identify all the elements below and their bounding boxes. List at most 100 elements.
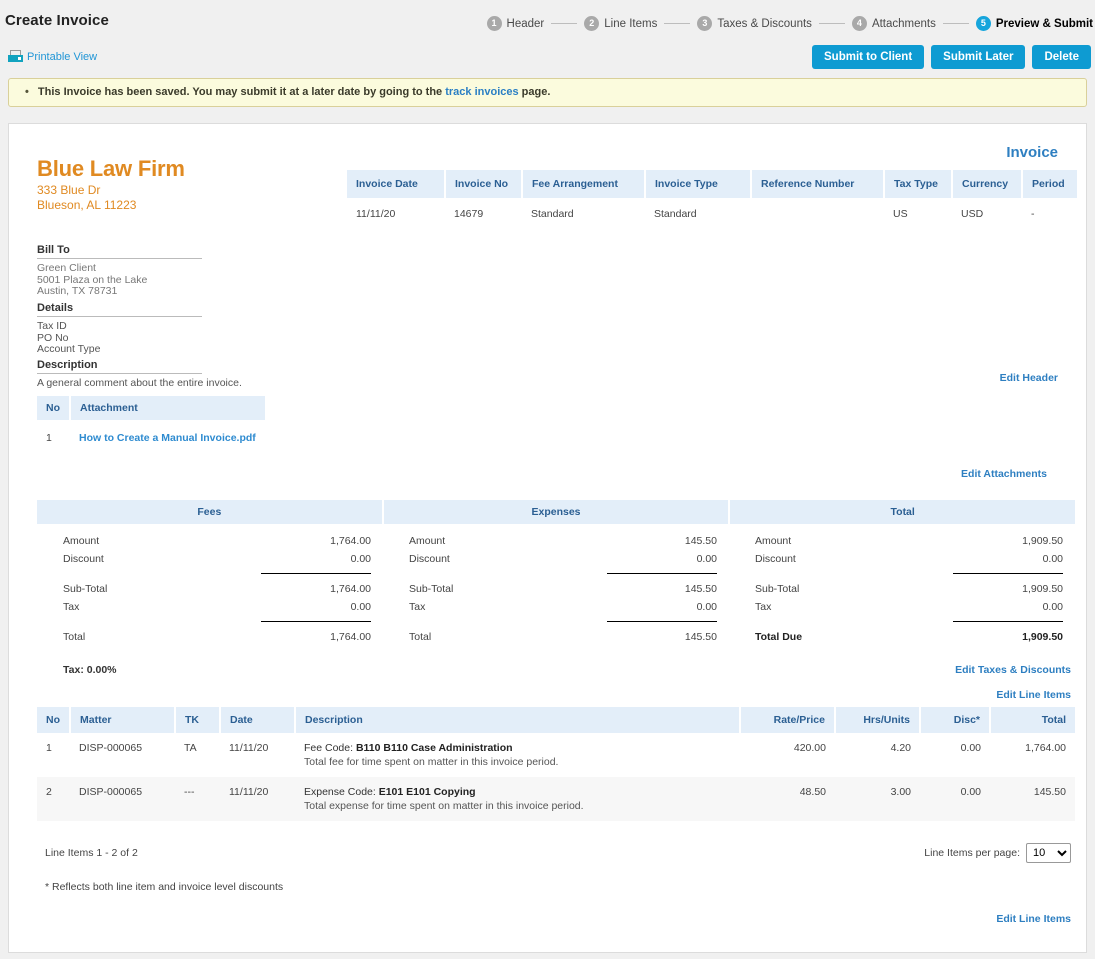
submit-to-client-button[interactable]: Submit to Client [812,45,925,69]
table-header-row: No Matter TK Date Description Rate/Price… [37,707,1075,733]
description-text: A general comment about the entire invoi… [37,377,242,389]
step-attachments[interactable]: 4 Attachments [851,16,936,31]
val-tax-type: US [893,208,908,220]
total-discount-value: 0.00 [1042,553,1063,565]
track-invoices-link[interactable]: track invoices [445,86,518,98]
fees-subtotal-value: 1,764.00 [330,583,371,595]
tax-percentage-note: Tax: 0.00% [63,664,117,676]
fees-total-label: Total [63,631,86,643]
attachments-table: No Attachment 1 How to Create a Manual I… [37,396,265,450]
expenses-total-label: Total [409,631,432,643]
row-2-date: 11/11/20 [220,777,295,821]
edit-attachments-link[interactable]: Edit Attachments [961,468,1047,480]
step-separator [942,23,969,24]
row-2-no: 2 [37,777,70,821]
col-description: Description [295,707,741,733]
step-3-number: 3 [697,16,713,31]
expenses-amount-value: 145.50 [684,535,717,547]
fees-amount-value: 1,764.00 [330,535,371,547]
printable-view-link[interactable]: Printable View [8,50,97,63]
row-1-description: Fee Code: B110 B110 Case Administration … [295,733,740,777]
details-tax-id: Tax ID [37,320,67,332]
row-1-desc-code: B110 B110 Case Administration [355,742,513,754]
edit-line-items-link-bottom[interactable]: Edit Line Items [996,913,1071,925]
table-row: 11/11/20 14679 Standard Standard US USD … [347,198,1077,230]
row-2-rate: 48.50 [740,777,835,821]
expenses-amount-label: Amount [409,535,446,547]
edit-header-link[interactable]: Edit Header [1000,372,1058,384]
step-line-items[interactable]: 2 Line Items [584,16,657,31]
totals-col-fees: Fees [37,500,384,524]
divider [953,621,1063,622]
row-2-description: Expense Code: E101 E101 Copying Total ex… [295,777,740,821]
divider [607,621,717,622]
step-1-number: 1 [486,16,502,31]
total-column: Amount 1,909.50 Discount 0.00 Sub-Total 1,9… [729,524,1075,646]
table-row[interactable]: 1 DISP-000065 TA 11/11/20 Fee Code: B110… [37,733,1075,777]
step-3-label: Taxes & Discounts [717,17,812,30]
row-2-hrs: 3.00 [835,777,920,821]
row-2-desc-sub: Total expense for time spent on matter i… [304,800,584,812]
step-separator [664,23,691,24]
fees-discount-value: 0.00 [350,553,371,565]
attachment-file-link[interactable]: How to Create a Manual Invoice.pdf [79,432,256,444]
firm-address-line1: 333 Blue Dr [37,183,101,197]
description-block: Description A general comment about the … [37,359,437,390]
fees-tax-value: 0.00 [350,601,371,613]
row-1-rate: 420.00 [793,742,826,754]
details-account-type: Account Type [37,343,101,355]
row-1-date: 11/11/20 [229,742,269,754]
row-2-disc: 0.00 [920,777,990,821]
edit-line-items-bottom-row: Edit Line Items [37,893,1075,925]
col-invoice-no: Invoice No [445,170,523,198]
col-attachment-no: No [37,396,71,420]
table-row[interactable]: 2 DISP-000065 --- 11/11/20 Expense Code:… [37,777,1075,821]
total-amount-value: 1,909.50 [1022,535,1063,547]
total-due-value: 1,909.50 [1022,631,1063,643]
printable-view-label[interactable]: Printable View [27,51,97,63]
saved-notification: • This Invoice has been saved. You may s… [8,78,1087,107]
line-items-table: No Matter TK Date Description Rate/Price… [37,707,1075,821]
total-discount-label: Discount [755,553,796,565]
col-attachment-name: Attachment [70,396,265,420]
step-taxes-discounts[interactable]: 3 Taxes & Discounts [697,16,812,31]
step-preview-submit[interactable]: 5 Preview & Submit [975,16,1093,31]
bill-to-title: Bill To [37,244,202,259]
col-fee-arrangement: Fee Arrangement [522,170,646,198]
description-title: Description [37,359,202,374]
action-buttons: Submit to Client Submit Later Delete [812,45,1091,69]
expenses-tax-label: Tax [409,601,426,613]
details-block: Details Tax ID PO No Account Type [37,302,202,356]
col-tax-type: Tax Type [884,170,953,198]
edit-header-row: Edit Header [1000,372,1058,384]
col-total: Total [990,707,1075,733]
val-reference-number [751,198,884,230]
row-2-matter: DISP-000065 [70,777,175,821]
notice-text-after: page. [521,86,551,98]
fees-subtotal-label: Sub-Total [63,583,108,595]
row-2-desc-code: E101 E101 Copying [378,786,476,798]
col-invoice-type: Invoice Type [645,170,752,198]
step-4-label: Attachments [871,17,936,30]
submit-later-button[interactable]: Submit Later [931,45,1026,69]
val-invoice-no: 14679 [454,208,484,220]
line-items-section: Edit Line Items No Matter TK Date Descri… [37,689,1075,925]
total-tax-value: 0.00 [1042,601,1063,613]
bill-to-block: Bill To Green Client 5001 Plaza on the L… [37,244,202,298]
edit-taxes-discounts-link[interactable]: Edit Taxes & Discounts [955,664,1071,676]
col-disc: Disc* [920,707,991,733]
expenses-tax-value: 0.00 [696,601,717,613]
row-2-tk: --- [175,777,220,821]
step-header[interactable]: 1 Header [486,16,544,31]
val-invoice-date: 11/11/20 [356,208,396,220]
expenses-subtotal-label: Sub-Total [409,583,454,595]
expenses-discount-value: 0.00 [696,553,717,565]
per-page-control: Line Items per page: 102550100 [924,843,1071,863]
per-page-select[interactable]: 102550100 [1026,843,1071,863]
col-no: No [37,707,71,733]
table-header-row: No Attachment [37,396,265,420]
details-title: Details [37,302,202,317]
delete-button[interactable]: Delete [1032,45,1091,69]
col-matter: Matter [70,707,176,733]
edit-line-items-link-top[interactable]: Edit Line Items [996,689,1071,701]
